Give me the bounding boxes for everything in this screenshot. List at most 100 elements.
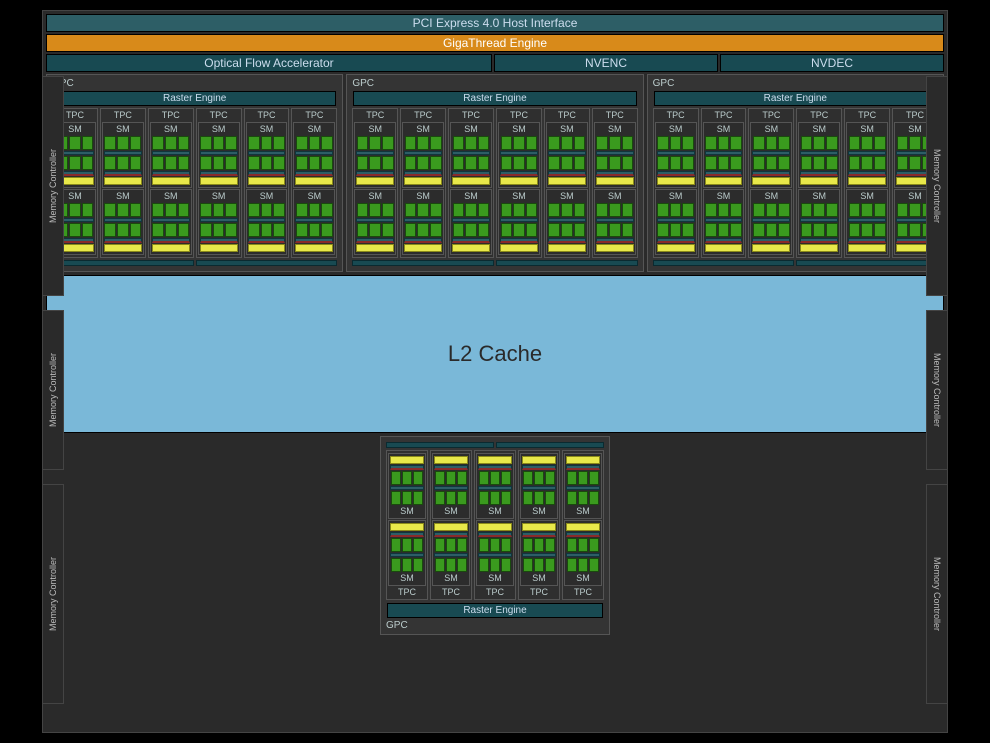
sm: SM <box>655 189 697 255</box>
sm: SM <box>703 189 745 255</box>
sm-label: SM <box>596 124 634 135</box>
sm-label: SM <box>800 124 838 135</box>
tpc-label: TPC <box>293 110 335 121</box>
tpc-label: TPC <box>703 110 745 121</box>
sm-label: SM <box>404 124 442 135</box>
tpc-label: TPC <box>402 110 444 121</box>
sm: SM <box>450 122 492 188</box>
raster-engine: Raster Engine <box>387 603 603 618</box>
sm: SM <box>564 453 602 519</box>
nvdec: NVDEC <box>720 54 944 72</box>
sm-label: SM <box>404 191 442 202</box>
tpc-label: TPC <box>546 110 588 121</box>
sm-label: SM <box>452 124 490 135</box>
sm: SM <box>102 122 144 188</box>
memory-controller: Memory Controller <box>42 76 64 296</box>
tpc: TPC SM SM <box>701 108 747 258</box>
sm-label: SM <box>104 191 142 202</box>
sm: SM <box>476 520 514 586</box>
sm-label: SM <box>390 573 424 584</box>
tpc: TPC SM SM <box>796 108 842 258</box>
tpc-label: TPC <box>846 110 888 121</box>
tpc-label: TPC <box>432 587 470 598</box>
sm-label: SM <box>356 191 394 202</box>
tpc-label: TPC <box>750 110 792 121</box>
sm: SM <box>293 122 335 188</box>
tpc: TPC SM SM <box>496 108 542 258</box>
memory-controller: Memory Controller <box>926 310 948 470</box>
sm-label: SM <box>500 191 538 202</box>
sm-label: SM <box>752 191 790 202</box>
tpc-label: TPC <box>520 587 558 598</box>
sm-label: SM <box>295 191 333 202</box>
sm: SM <box>198 189 240 255</box>
sm-label: SM <box>548 191 586 202</box>
sm-label: SM <box>752 124 790 135</box>
sm: SM <box>594 189 636 255</box>
sm: SM <box>432 520 470 586</box>
sm: SM <box>498 189 540 255</box>
tpc-label: TPC <box>246 110 288 121</box>
sm-label: SM <box>104 124 142 135</box>
nvenc: NVENC <box>494 54 718 72</box>
sm: SM <box>750 122 792 188</box>
tpc-label: TPC <box>798 110 840 121</box>
sm-label: SM <box>705 124 743 135</box>
gpc-bottom: SMSMTPCSMSMTPCSMSMTPCSMSMTPCSMSMTPC Rast… <box>380 436 610 635</box>
sm-label: SM <box>800 191 838 202</box>
sm-label: SM <box>452 191 490 202</box>
sm: SM <box>476 453 514 519</box>
tpc: TPCSMSM <box>196 108 242 258</box>
tpc: TPC SM SM <box>748 108 794 258</box>
sm: SM <box>102 189 144 255</box>
sm: SM <box>354 189 396 255</box>
sm-label: SM <box>657 124 695 135</box>
sm-label: SM <box>152 191 190 202</box>
tpc: TPC SM SM <box>653 108 699 258</box>
tpc-label: TPC <box>388 587 426 598</box>
tpc-label: TPC <box>655 110 697 121</box>
sm: SM <box>750 189 792 255</box>
sm-label: SM <box>596 191 634 202</box>
sm: SM <box>498 122 540 188</box>
sm-label: SM <box>500 124 538 135</box>
sm-label: SM <box>848 191 886 202</box>
tpc: TPC SM SM <box>448 108 494 258</box>
tpc: TPCSMSM <box>100 108 146 258</box>
tpc-label: TPC <box>450 110 492 121</box>
sm: SM <box>846 189 888 255</box>
sm-label: SM <box>390 506 424 517</box>
sm-label: SM <box>548 124 586 135</box>
tpc: TPCSMSM <box>592 108 638 258</box>
sm: SM <box>546 122 588 188</box>
sm: SM <box>354 122 396 188</box>
raster-engine: Raster Engine <box>53 91 336 106</box>
tpc: SMSMTPC <box>518 450 560 600</box>
raster-engine: Raster Engine <box>353 91 636 106</box>
sm-label: SM <box>848 124 886 135</box>
sm-label: SM <box>478 506 512 517</box>
sm-label: SM <box>295 124 333 135</box>
sm: SM <box>246 189 288 255</box>
sm: SM <box>798 189 840 255</box>
tpc-label: TPC <box>564 587 602 598</box>
tpc: SM SM TPC <box>386 450 428 600</box>
sm-label: SM <box>200 191 238 202</box>
tpc-label: TPC <box>498 110 540 121</box>
sm-label: SM <box>522 506 556 517</box>
tpc-label: TPC <box>198 110 240 121</box>
sm: SM <box>246 122 288 188</box>
sm: SM <box>402 189 444 255</box>
sm-label: SM <box>434 506 468 517</box>
gigathread-engine: GigaThread Engine <box>46 34 944 52</box>
sm-label: SM <box>566 573 600 584</box>
gpc-label: GPC <box>350 78 639 89</box>
pci-interface: PCI Express 4.0 Host Interface <box>46 14 944 32</box>
gpc: GPC Raster Engine TPCSMSMTPCSMSMTPCSMSMT… <box>346 74 643 272</box>
sm: SM <box>402 122 444 188</box>
memory-controller: Memory Controller <box>42 310 64 470</box>
sm: SM <box>432 453 470 519</box>
sm: SM <box>846 122 888 188</box>
sm: SM <box>150 189 192 255</box>
sm: SM <box>703 122 745 188</box>
